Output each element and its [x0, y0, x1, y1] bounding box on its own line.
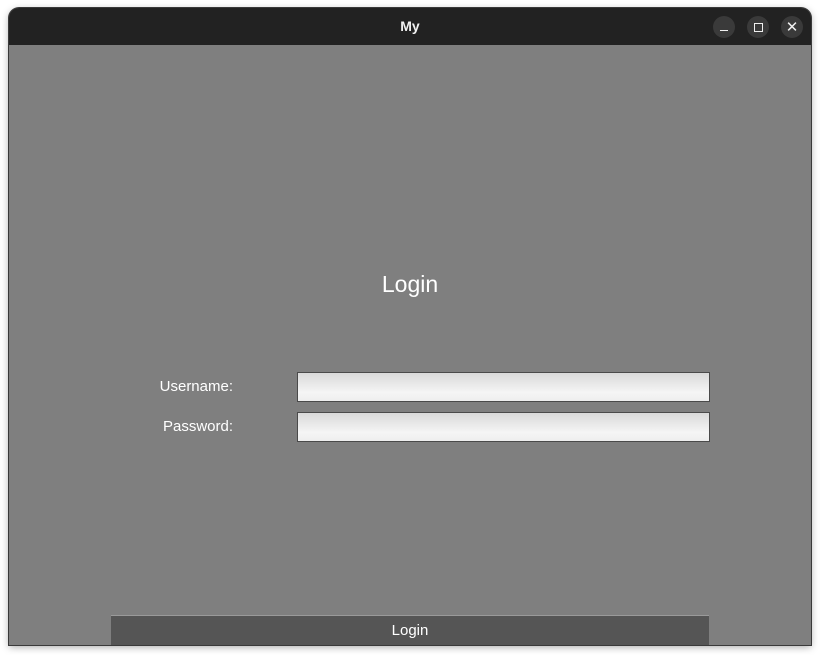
minimize-button[interactable]: [713, 16, 735, 38]
password-label: Password:: [162, 418, 233, 435]
maximize-button[interactable]: [747, 16, 769, 38]
page-title: Login: [381, 271, 439, 297]
window-title: My: [400, 18, 420, 34]
login-panel: Login Username: Password: Login: [9, 45, 811, 645]
title-bar[interactable]: My ✕: [9, 8, 811, 45]
minimize-icon: [720, 29, 728, 31]
close-button[interactable]: ✕: [781, 16, 803, 38]
login-button[interactable]: Login: [111, 615, 709, 645]
maximize-icon: [753, 22, 763, 32]
password-field[interactable]: [297, 412, 710, 442]
username-field[interactable]: [297, 372, 710, 402]
close-icon: ✕: [785, 18, 799, 36]
app-window: My ✕ Login Username: Password: Login: [9, 8, 811, 645]
username-label: Username:: [159, 378, 233, 395]
